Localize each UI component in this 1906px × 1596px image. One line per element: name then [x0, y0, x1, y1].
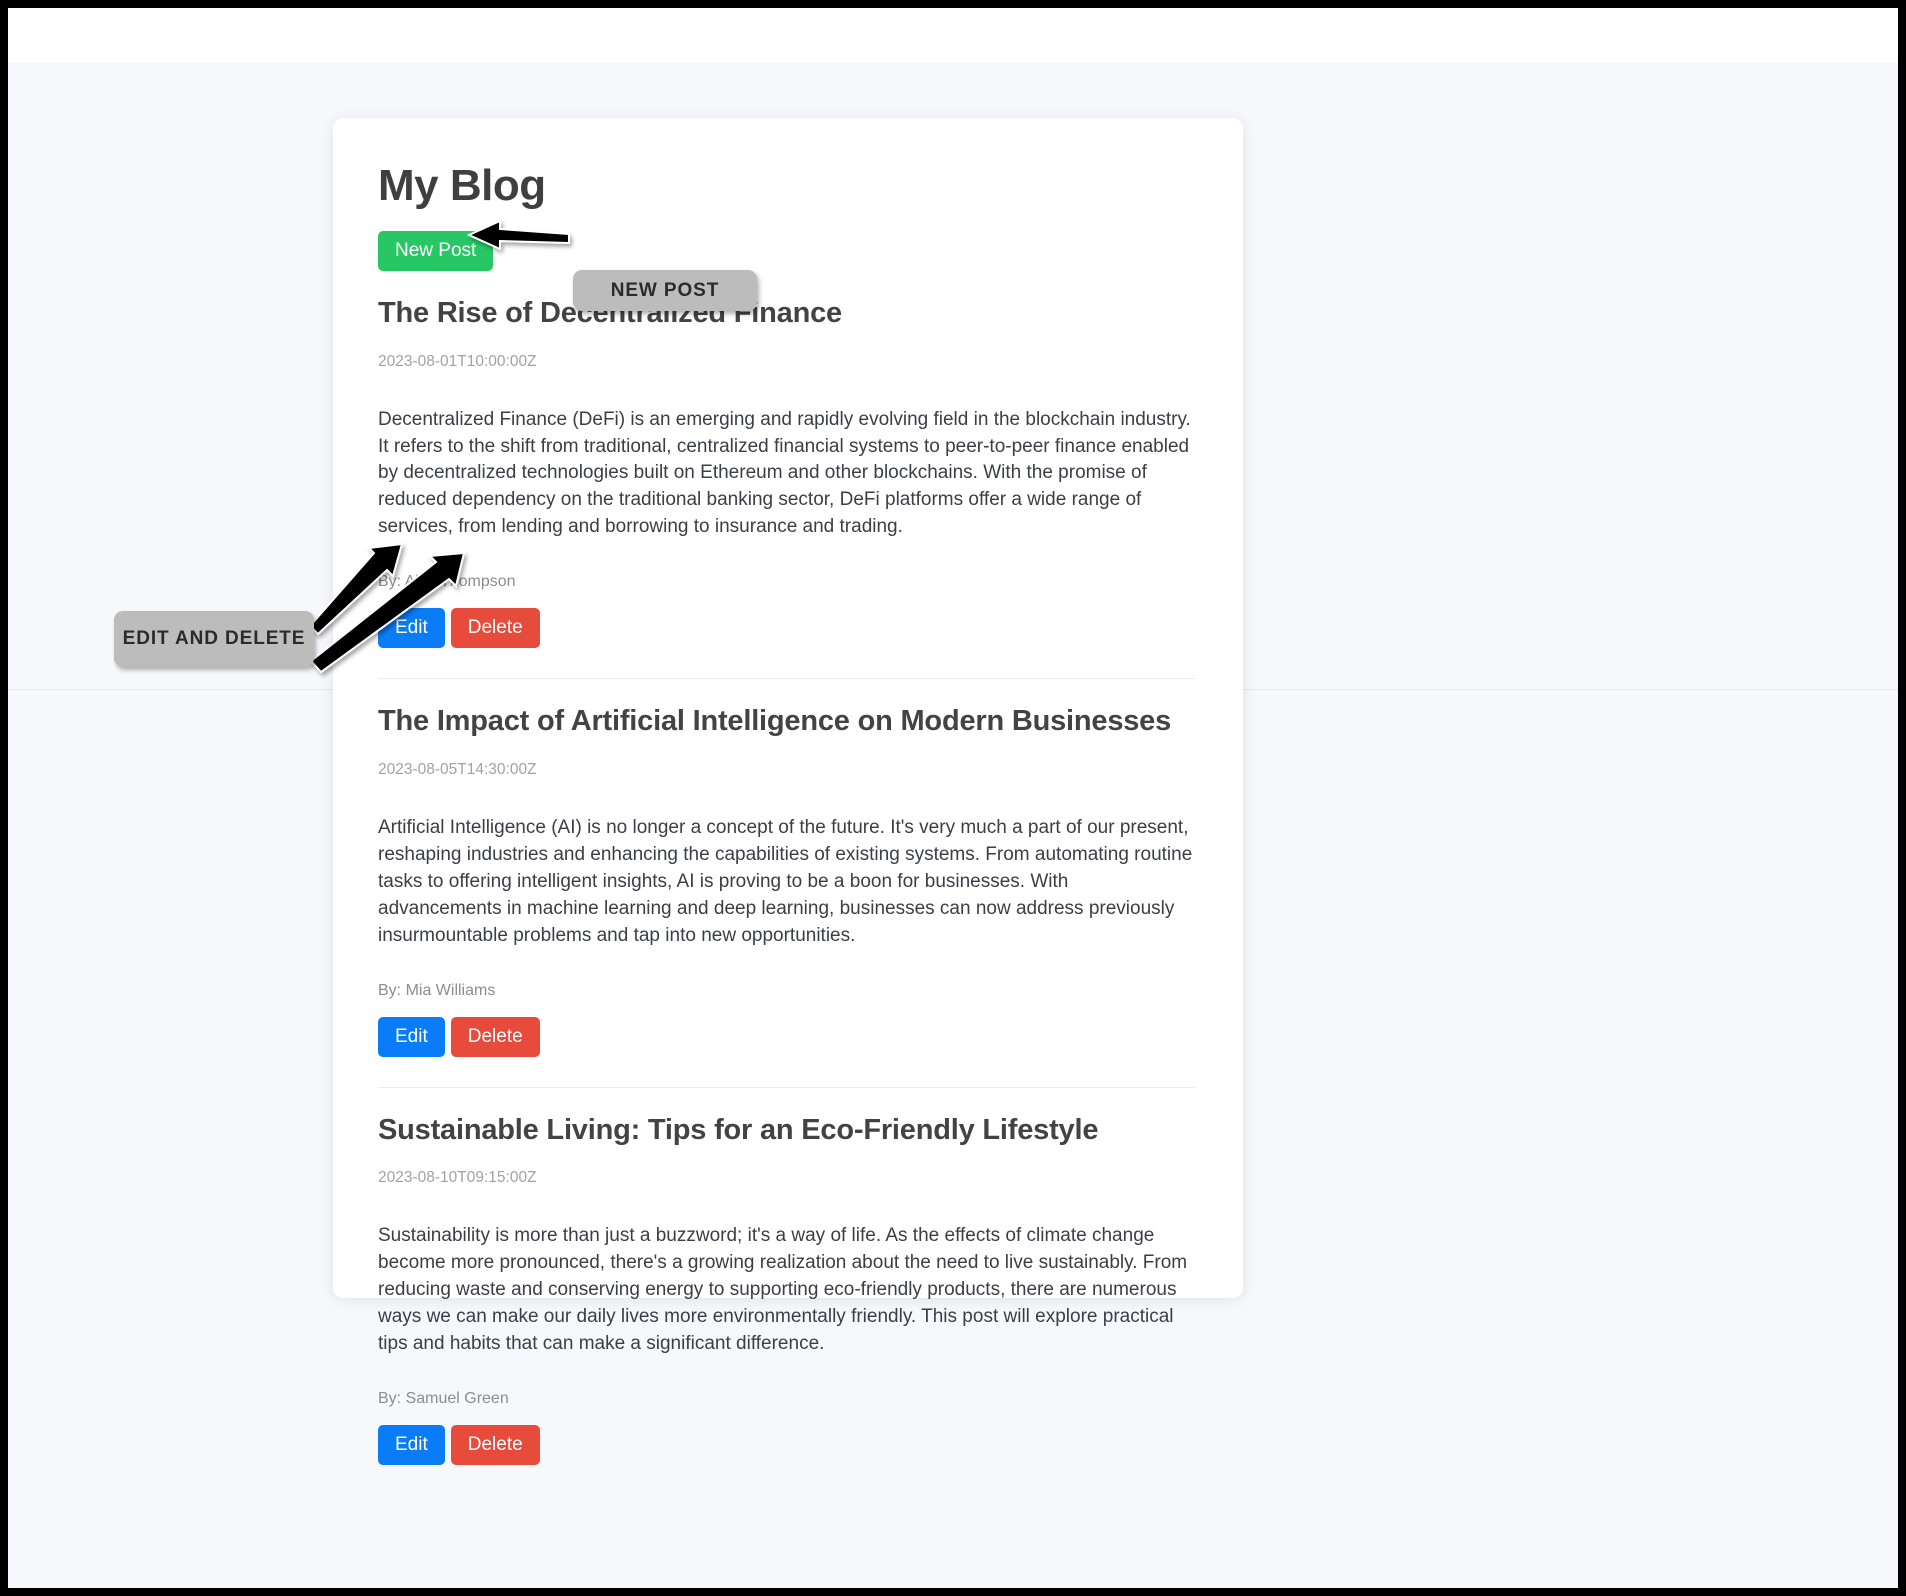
- post-item: The Rise of Decentralized Finance 2023-0…: [378, 271, 1195, 680]
- annotation-label-edit-and-delete: EDIT AND DELETE: [114, 611, 314, 667]
- delete-button[interactable]: Delete: [450, 1424, 540, 1465]
- post-title: The Rise of Decentralized Finance: [378, 297, 842, 330]
- post-actions: Edit Delete: [378, 1424, 1195, 1495]
- delete-button[interactable]: Delete: [450, 608, 540, 649]
- post-date: 2023-08-05T14:30:00Z: [378, 760, 537, 778]
- post-actions: Edit Delete: [378, 1016, 1195, 1087]
- post-author: By: Alex Thompson: [378, 573, 516, 591]
- post-author: By: Mia Williams: [378, 981, 496, 999]
- annotation-label-new-post: NEW POST: [573, 270, 757, 311]
- post-author: By: Samuel Green: [378, 1389, 509, 1407]
- post-actions: Edit Delete: [378, 608, 1195, 678]
- page-canvas: My Blog New Post The Rise of Decentraliz…: [8, 63, 1898, 1588]
- screenshot-frame: My Blog New Post The Rise of Decentraliz…: [8, 8, 1898, 1588]
- post-body: Sustainability is more than just a buzzw…: [378, 1224, 1188, 1354]
- post-body: Artificial Intelligence (AI) is no longe…: [378, 816, 1193, 946]
- new-post-button[interactable]: New Post: [378, 231, 494, 272]
- edit-button[interactable]: Edit: [378, 1424, 445, 1465]
- post-body: Decentralized Finance (DeFi) is an emerg…: [378, 408, 1191, 538]
- post-item: Sustainable Living: Tips for an Eco-Frie…: [378, 1088, 1195, 1495]
- delete-button[interactable]: Delete: [450, 1016, 540, 1057]
- page-title: My Blog: [378, 161, 546, 210]
- post-date: 2023-08-10T09:15:00Z: [378, 1168, 537, 1186]
- edit-button[interactable]: Edit: [378, 1016, 445, 1057]
- blog-card-inner: My Blog New Post The Rise of Decentraliz…: [333, 118, 1243, 1535]
- edit-button[interactable]: Edit: [378, 608, 445, 649]
- post-date: 2023-08-01T10:00:00Z: [378, 352, 537, 370]
- blog-card: My Blog New Post The Rise of Decentraliz…: [333, 118, 1243, 1465]
- post-item: The Impact of Artificial Intelligence on…: [378, 679, 1195, 1088]
- post-title: Sustainable Living: Tips for an Eco-Frie…: [378, 1113, 1099, 1146]
- browser-chrome-bar: [8, 8, 1898, 63]
- post-title: The Impact of Artificial Intelligence on…: [378, 705, 1172, 738]
